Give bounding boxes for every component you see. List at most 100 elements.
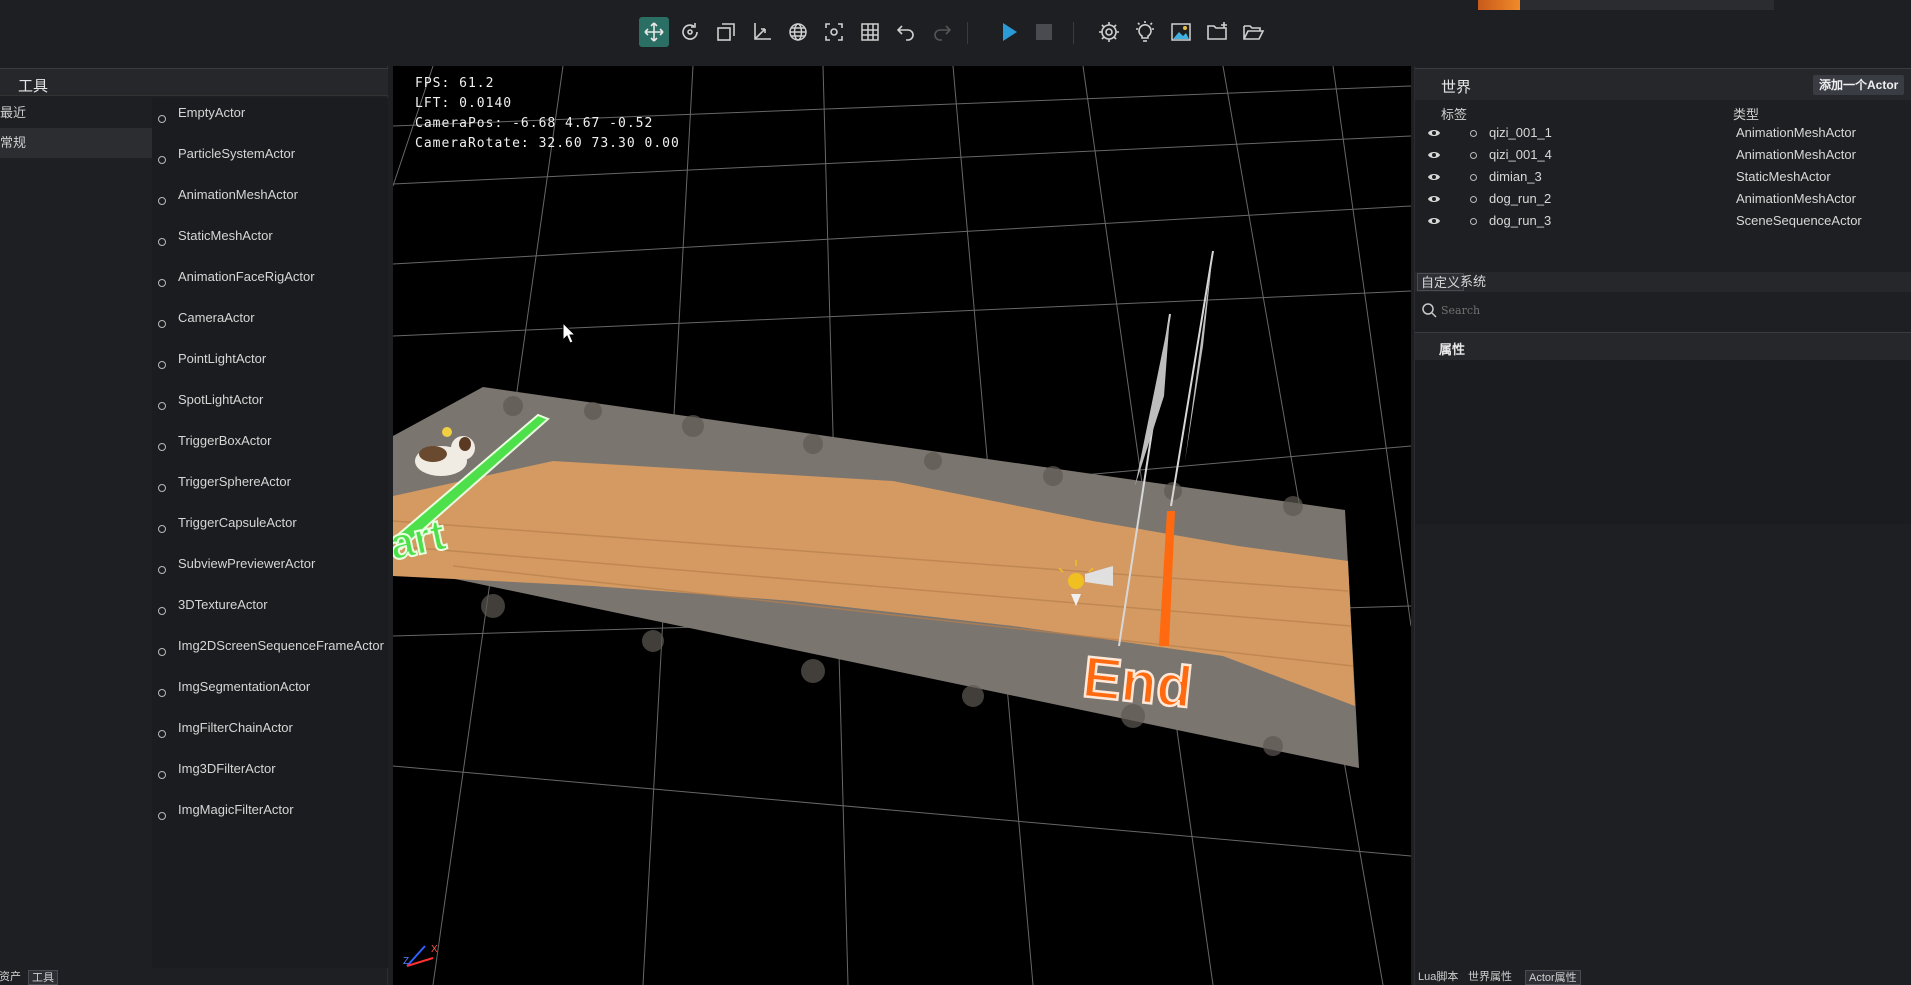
actor-type-label: EmptyActor bbox=[178, 105, 246, 120]
actor-type-item[interactable]: ImgSegmentationActor bbox=[152, 672, 388, 713]
actor-type-item[interactable]: PointLightActor bbox=[152, 344, 388, 385]
panel-title: 工具 bbox=[18, 78, 49, 95]
column-header-tag[interactable]: 标签 bbox=[1441, 104, 1467, 123]
category-item-recent[interactable]: 最近 bbox=[0, 98, 152, 128]
actor-type-item[interactable]: CameraActor bbox=[152, 303, 388, 344]
tab-tools[interactable]: 工具 bbox=[28, 970, 58, 985]
grid-icon[interactable] bbox=[855, 17, 885, 47]
category-label: 最近 bbox=[0, 105, 27, 120]
visibility-eye-icon[interactable] bbox=[1427, 171, 1441, 183]
actor-type: AnimationMeshActor bbox=[1736, 147, 1856, 162]
actor-type-item[interactable]: Img3DFilterActor bbox=[152, 754, 388, 795]
select-dot-icon[interactable] bbox=[1470, 218, 1477, 225]
scene-canvas[interactable]: art End X Z bbox=[393, 66, 1411, 985]
thumbnail-strip[interactable] bbox=[1478, 0, 1774, 10]
world-actor-list: qizi_001_1 AnimationMeshActor qizi_001_4 An… bbox=[1415, 122, 1911, 232]
undo-icon[interactable] bbox=[891, 17, 921, 47]
axis-x-label: X bbox=[431, 944, 438, 955]
scene-viewport[interactable]: art End X Z FPS: 61.2 LFT: 0.0140 Camera… bbox=[393, 66, 1411, 985]
radio-dot-icon bbox=[158, 689, 166, 697]
category-item-general[interactable]: 常规 bbox=[0, 128, 152, 158]
tools-panel-header: 工具 bbox=[0, 68, 388, 96]
actor-type-label: ImgFilterChainActor bbox=[178, 720, 293, 735]
thumbnail-preview[interactable] bbox=[1478, 0, 1520, 10]
radio-dot-icon bbox=[158, 156, 166, 164]
world-actor-row[interactable]: qizi_001_1 AnimationMeshActor bbox=[1415, 122, 1911, 144]
play-icon[interactable] bbox=[994, 17, 1024, 47]
search-bar bbox=[1415, 299, 1911, 321]
visibility-eye-icon[interactable] bbox=[1427, 127, 1441, 139]
settings-icon[interactable] bbox=[1094, 17, 1124, 47]
actor-name: dog_run_2 bbox=[1489, 191, 1552, 206]
flag bbox=[1135, 314, 1170, 486]
select-dot-icon[interactable] bbox=[1470, 152, 1477, 159]
search-input[interactable] bbox=[1441, 301, 1901, 319]
actor-type-label: CameraActor bbox=[178, 310, 255, 325]
actor-type: StaticMeshActor bbox=[1736, 169, 1831, 184]
tab-system[interactable]: 系统 bbox=[1457, 273, 1489, 291]
axis-gizmo: X Z bbox=[403, 944, 438, 967]
move-icon[interactable] bbox=[639, 17, 669, 47]
radio-dot-icon bbox=[158, 812, 166, 820]
actor-type-item[interactable]: SubviewPreviewerActor bbox=[152, 549, 388, 590]
left-bottom-tabs: 资产 工具 bbox=[0, 970, 388, 985]
tab-assets[interactable]: 资产 bbox=[0, 970, 24, 985]
actor-type-item[interactable]: ImgFilterChainActor bbox=[152, 713, 388, 754]
actor-type-item[interactable]: SpotLightActor bbox=[152, 385, 388, 426]
actor-type-item[interactable]: AnimationFaceRigActor bbox=[152, 262, 388, 303]
actor-type-item[interactable]: 3DTextureActor bbox=[152, 590, 388, 631]
radio-dot-icon bbox=[158, 648, 166, 656]
actor-type-label: TriggerSphereActor bbox=[178, 474, 291, 489]
editor-window: 工具 最近 常规 EmptyActor ParticleSystemActor An… bbox=[0, 0, 1911, 985]
actor-type-item[interactable]: AnimationMeshActor bbox=[152, 180, 388, 221]
redo-icon[interactable] bbox=[927, 17, 957, 47]
fps-readout: FPS: 61.2 bbox=[415, 76, 495, 91]
actor-type-item[interactable]: EmptyActor bbox=[152, 98, 388, 139]
visibility-eye-icon[interactable] bbox=[1427, 215, 1441, 227]
actor-type-label: 3DTextureActor bbox=[178, 597, 268, 612]
actor-type-item[interactable]: TriggerBoxActor bbox=[152, 426, 388, 467]
column-header-type[interactable]: 类型 bbox=[1733, 104, 1759, 123]
radio-dot-icon bbox=[158, 566, 166, 574]
select-dot-icon[interactable] bbox=[1470, 196, 1477, 203]
axis-icon[interactable] bbox=[747, 17, 777, 47]
visibility-eye-icon[interactable] bbox=[1427, 193, 1441, 205]
attributes-title: 属性 bbox=[1439, 342, 1466, 357]
world-panel-header: 世界 添加一个Actor bbox=[1415, 68, 1911, 100]
world-actor-row[interactable]: qizi_001_4 AnimationMeshActor bbox=[1415, 144, 1911, 166]
scale-icon[interactable] bbox=[711, 17, 741, 47]
actor-type-item[interactable]: TriggerSphereActor bbox=[152, 467, 388, 508]
select-dot-icon[interactable] bbox=[1470, 174, 1477, 181]
folder-open-icon[interactable] bbox=[1238, 17, 1268, 47]
actor-type-item[interactable]: TriggerCapsuleActor bbox=[152, 508, 388, 549]
globe-icon[interactable] bbox=[783, 17, 813, 47]
add-actor-button[interactable]: 添加一个Actor bbox=[1813, 75, 1905, 95]
attributes-body bbox=[1415, 360, 1911, 524]
actor-type-label: ImgMagicFilterActor bbox=[178, 802, 294, 817]
focus-icon[interactable] bbox=[819, 17, 849, 47]
select-dot-icon[interactable] bbox=[1470, 130, 1477, 137]
actor-type-label: Img3DFilterActor bbox=[178, 761, 276, 776]
radio-dot-icon bbox=[158, 115, 166, 123]
actor-type-item[interactable]: StaticMeshActor bbox=[152, 221, 388, 262]
tab-world-properties[interactable]: 世界属性 bbox=[1465, 970, 1515, 985]
light-icon[interactable] bbox=[1130, 17, 1160, 47]
world-actor-row[interactable]: dog_run_3 SceneSequenceActor bbox=[1415, 210, 1911, 232]
world-actor-row[interactable]: dog_run_2 AnimationMeshActor bbox=[1415, 188, 1911, 210]
world-actor-row[interactable]: dimian_3 StaticMeshActor bbox=[1415, 166, 1911, 188]
main-toolbar bbox=[0, 0, 1911, 66]
radio-dot-icon bbox=[158, 238, 166, 246]
actor-type-item[interactable]: Img2DScreenSequenceFrameActor bbox=[152, 631, 388, 672]
flag bbox=[1185, 251, 1213, 461]
image-icon[interactable] bbox=[1166, 17, 1196, 47]
stop-icon[interactable] bbox=[1029, 17, 1059, 47]
actor-type-item[interactable]: ParticleSystemActor bbox=[152, 139, 388, 180]
visibility-eye-icon[interactable] bbox=[1427, 149, 1441, 161]
tab-lua-script[interactable]: Lua脚本 bbox=[1415, 970, 1461, 985]
tab-actor-properties[interactable]: Actor属性 bbox=[1525, 970, 1581, 985]
actor-type-item[interactable]: ImgMagicFilterActor bbox=[152, 795, 388, 836]
rotate-icon[interactable] bbox=[675, 17, 705, 47]
property-tabs: 自定义 系统 bbox=[1415, 272, 1911, 292]
folder-add-icon[interactable] bbox=[1202, 17, 1232, 47]
actor-type-label: SpotLightActor bbox=[178, 392, 264, 407]
